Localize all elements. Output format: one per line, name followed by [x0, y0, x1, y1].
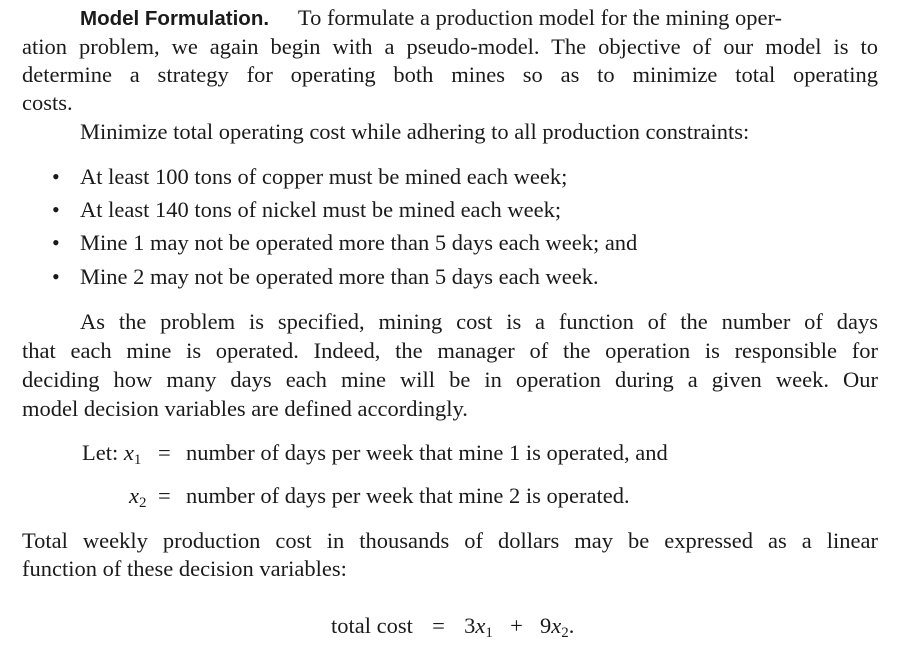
paragraph2-line3: deciding how many days each mine will be… [22, 367, 878, 392]
paragraph1-text: To formulate a production model for the … [297, 5, 782, 30]
list-item-text: Mine 2 may not be operated more than 5 d… [80, 264, 599, 289]
plus-sign: + [510, 613, 523, 638]
section-heading: Model Formulation. [80, 7, 270, 30]
equation-equals: = [432, 613, 445, 638]
list-item-text: Mine 1 may not be operated more than 5 d… [80, 230, 638, 255]
bullet-icon: • [52, 197, 60, 222]
coefficient-2: 9 [540, 613, 552, 638]
cost-equation: total cost = 3x1 + 9x2. [331, 612, 575, 641]
subscript: 1 [485, 625, 493, 641]
definition-x2: x2 [129, 482, 147, 511]
paragraph3-line2: function of these decision variables: [22, 556, 347, 581]
bullet-icon: • [52, 164, 60, 189]
equation-lhs: total cost [331, 613, 413, 638]
paragraph1-line1: Model Formulation. To formulate a produc… [80, 4, 782, 33]
textbook-page: Model Formulation. To formulate a produc… [0, 0, 908, 648]
equals-sign: = [158, 483, 171, 508]
list-item-text: At least 140 tons of nickel must be mine… [80, 197, 562, 222]
variable-x: x [551, 613, 562, 638]
period: . [568, 613, 575, 638]
variable-x: x [475, 613, 486, 638]
equals-sign: = [158, 440, 171, 465]
list-item-text: At least 100 tons of copper must be mine… [80, 164, 568, 189]
pseudo-objective: Minimize total operating cost while adhe… [80, 119, 750, 144]
paragraph1-line2: ation problem, we again begin with a pse… [22, 34, 878, 59]
bullet-icon: • [52, 264, 60, 289]
definition-x1: Let: x1 [82, 439, 142, 468]
definition-x2-text: number of days per week that mine 2 is o… [186, 483, 630, 508]
coefficient-1: 3 [464, 613, 476, 638]
bullet-icon: • [52, 230, 60, 255]
paragraph1-line3: determine a strategy for operating both … [22, 62, 878, 87]
paragraph2-line2: that each mine is operated. Indeed, the … [22, 338, 878, 363]
subscript: 2 [561, 625, 569, 641]
paragraph2-line4: model decision variables are defined acc… [22, 396, 468, 421]
variable-x: x [123, 440, 134, 465]
paragraph2-line1: As the problem is specified, mining cost… [80, 309, 878, 334]
let-label: Let: [82, 440, 119, 465]
subscript: 1 [133, 452, 142, 468]
paragraph1-line4: costs. [22, 90, 73, 115]
paragraph3-line1: Total weekly production cost in thousand… [22, 528, 878, 553]
subscript: 2 [139, 495, 147, 511]
variable-x: x [129, 483, 139, 508]
definition-x1-text: number of days per week that mine 1 is o… [186, 440, 668, 465]
